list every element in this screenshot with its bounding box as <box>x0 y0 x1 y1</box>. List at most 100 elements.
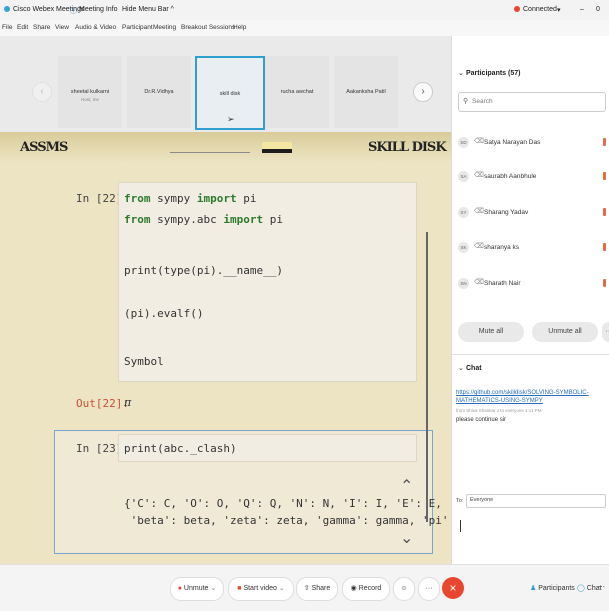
reactions-button[interactable]: ☺ <box>393 577 415 601</box>
participants-more-button[interactable]: ··· <box>602 322 609 342</box>
panel-divider <box>452 354 609 355</box>
mic-indicator-icon <box>603 243 606 251</box>
assms-logo: ASSMS <box>20 140 68 155</box>
chat-icon: ◯ <box>577 585 585 592</box>
participant-row[interactable]: SA ⌫ saurabh Aanbhule <box>458 166 606 188</box>
share-button[interactable]: ⇧ Share <box>296 577 338 601</box>
menu-bar: File Edit Share View Audio & Video Parti… <box>0 20 609 36</box>
participant-name: Satya Narayan Das <box>484 139 541 146</box>
video-tile[interactable]: rucha awchat <box>265 56 329 128</box>
video-strip: ‹ sheetal kulkarni Host, me Dr.R.Vidhya … <box>0 36 451 132</box>
banner-divider <box>170 152 250 153</box>
participant-name: saurabh Aanbhule <box>484 173 537 180</box>
cell-prompt-out: Out[22]: <box>76 397 129 410</box>
skill-disk-logo: SKILL DISK <box>368 140 447 155</box>
participant-row[interactable]: SN ⌫ Sharath Nair <box>458 273 606 295</box>
chat-meta: from Shiva Shankar J to everyone 1:11 PM <box>456 408 542 413</box>
start-video-label: Start video <box>243 585 277 592</box>
tile-name: skill disk <box>219 91 241 97</box>
chat-to-label: To: <box>456 498 464 504</box>
record-button[interactable]: ◉ Record <box>342 577 390 601</box>
strip-next-button[interactable]: › <box>413 82 433 102</box>
tile-name: rucha awchat <box>280 89 314 95</box>
video-tile[interactable]: Aakanksha Patil <box>334 56 398 128</box>
webex-logo-icon <box>4 6 10 13</box>
avatar: SA <box>458 171 469 182</box>
record-label: Record <box>358 585 382 592</box>
video-tile[interactable]: sheetal kulkarni Host, me <box>58 56 122 128</box>
share-label: Share <box>311 585 331 592</box>
menu-edit[interactable]: Edit <box>17 24 28 31</box>
reactions-icon: ☺ <box>400 585 408 592</box>
scrollbar[interactable] <box>426 232 428 522</box>
status-dropdown-icon[interactable]: ▾ <box>557 6 561 14</box>
meeting-info-link[interactable]: Meeting Info <box>79 6 118 13</box>
participant-row[interactable]: SD ⌫ Satya Narayan Das <box>458 132 606 154</box>
code-line: print(abc._clash) <box>124 442 237 455</box>
hide-menu-bar-button[interactable]: Hide Menu Bar ^ <box>122 6 174 13</box>
shared-screen-banner: ASSMS SKILL DISK <box>0 132 451 162</box>
avatar: SY <box>458 207 469 218</box>
avatar: SK <box>458 242 469 253</box>
chat-input-caret[interactable] <box>460 520 461 532</box>
menu-audio-video[interactable]: Audio & Video <box>75 24 116 31</box>
share-icon: ⇧ <box>303 585 310 592</box>
scroll-down-icon[interactable]: ⌄ <box>400 528 413 548</box>
participants-panel-button[interactable]: ♟ Participants <box>530 584 575 592</box>
menu-view[interactable]: View <box>55 24 69 31</box>
participants-icon: ♟ <box>530 585 537 592</box>
participant-name: Sharath Nair <box>484 280 521 287</box>
collapse-icon[interactable]: ⌄ <box>458 69 464 77</box>
muted-mic-icon: ⌫ <box>474 208 484 215</box>
chevron-down-icon: ⌄ <box>210 585 217 592</box>
cell-stdout: Symbol <box>124 355 164 368</box>
minimize-button[interactable]: – <box>580 6 584 13</box>
menu-file[interactable]: File <box>2 24 12 31</box>
chat-link-cont[interactable]: MATHEMATICS-USING-SYMPY <box>456 398 543 404</box>
chat-title: Chat <box>466 365 482 372</box>
chat-recipient-select[interactable]: Everyone <box>466 494 606 508</box>
code-cell[interactable] <box>118 182 417 382</box>
start-video-button[interactable]: ■ Start video ⌄ <box>228 577 294 601</box>
tile-name: sheetal kulkarni <box>70 89 110 95</box>
code-line: print(type(pi).__name__) <box>124 264 283 277</box>
participants-panel-label: Participants <box>538 585 575 592</box>
chevron-down-icon: ⌄ <box>278 585 285 592</box>
unmute-all-button[interactable]: Unmute all <box>532 322 598 342</box>
menu-meeting[interactable]: Meeting <box>153 24 176 31</box>
unmute-button[interactable]: ● Unmute ⌄ <box>170 577 224 601</box>
chat-message: please continue sir <box>456 417 507 423</box>
participant-row[interactable]: SY ⌫ Sharang Yadav <box>458 202 606 224</box>
panel-more-icon[interactable]: ⋯ <box>598 583 605 591</box>
video-tile-active[interactable]: skill disk ➢ <box>195 56 265 130</box>
participant-name: Sharang Yadav <box>484 209 529 216</box>
right-panel: ⌄ Participants (57) ⚲ Search SD ⌫ Satya … <box>451 36 609 564</box>
avatar: SN <box>458 278 469 289</box>
chat-link[interactable]: https://github.com/skilldisk/SOLVING-SYM… <box>456 390 589 396</box>
search-input[interactable]: Search <box>472 98 493 105</box>
menu-share[interactable]: Share <box>33 24 50 31</box>
close-button[interactable]: 0 <box>596 6 600 13</box>
leave-meeting-button[interactable]: × <box>442 577 464 599</box>
more-options-button[interactable]: ··· <box>418 577 440 601</box>
menu-breakout-sessions[interactable]: Breakout Sessions <box>181 24 235 31</box>
banner-bar <box>262 149 292 153</box>
participant-row[interactable]: SK ⌫ sharanya ks <box>458 237 606 259</box>
participants-search-box[interactable]: ⚲ Search <box>458 92 606 112</box>
video-off-icon: ■ <box>237 585 242 592</box>
mic-indicator-icon <box>603 138 606 146</box>
menu-help[interactable]: Help <box>233 24 246 31</box>
connection-status[interactable]: Connected <box>523 6 557 13</box>
video-tile[interactable]: Dr.R.Vidhya <box>127 56 191 128</box>
mic-indicator-icon <box>603 208 606 216</box>
strip-prev-button[interactable]: ‹ <box>32 82 52 102</box>
code-line: from sympy.abc import pi <box>124 213 283 226</box>
menu-participant[interactable]: Participant <box>122 24 153 31</box>
chat-collapse-icon[interactable]: ⌄ <box>458 364 464 372</box>
cursor-icon: ➢ <box>227 114 235 124</box>
tile-name: Dr.R.Vidhya <box>144 89 174 95</box>
title-bar: Cisco Webex Meetings ⓘ Meeting Info Hide… <box>0 0 609 20</box>
muted-mic-icon: ⌫ <box>474 243 484 250</box>
scroll-up-icon[interactable]: ⌃ <box>400 476 413 496</box>
mute-all-button[interactable]: Mute all <box>458 322 524 342</box>
